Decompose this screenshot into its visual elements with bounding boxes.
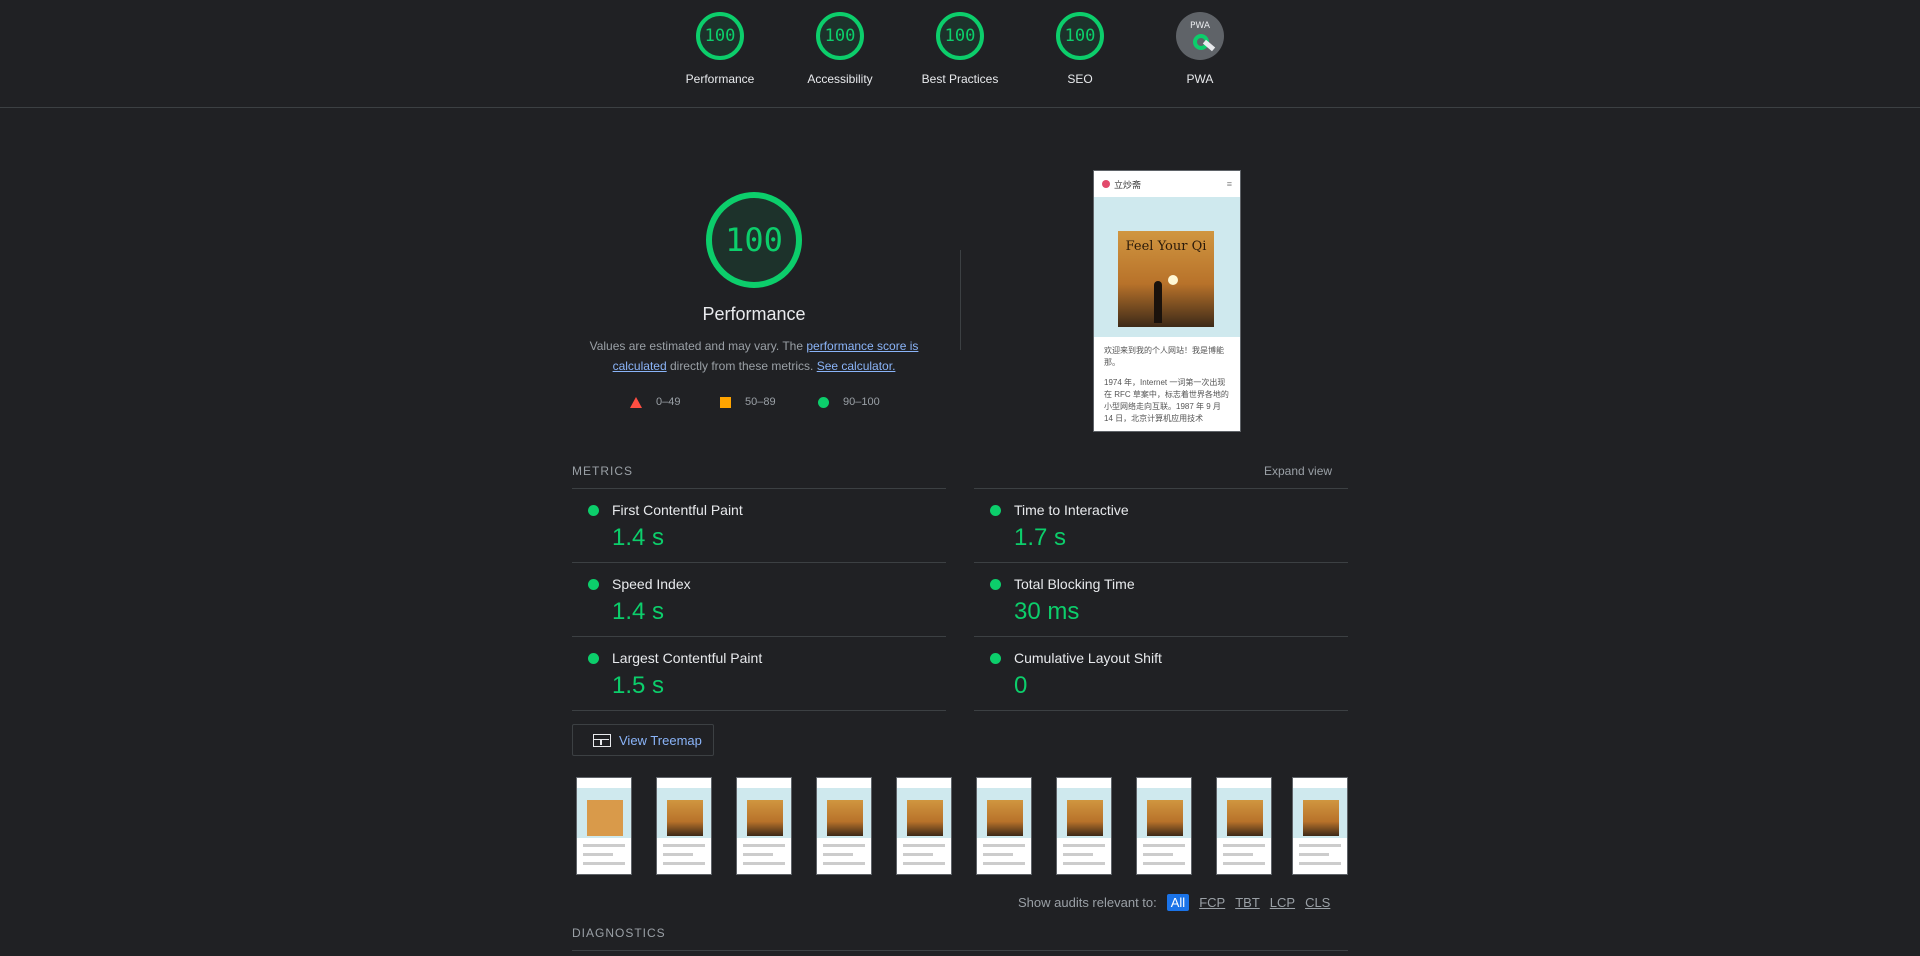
- final-screenshot[interactable]: 立炒斋 ≡ Feel Your Qi 欢迎来到我的个人网站！我是博能那。 197…: [1093, 170, 1241, 432]
- metric-value: 1.7 s: [1014, 524, 1067, 551]
- legend-fail-label: 0–49: [656, 396, 681, 408]
- legend-average-label: 50–89: [745, 396, 776, 408]
- square-icon: [720, 396, 731, 408]
- pass-circle-icon: [588, 505, 599, 516]
- filmstrip-frame: [896, 777, 952, 875]
- metric-tbt: Total Blocking Time 30 ms: [974, 562, 1348, 636]
- ss-poster-image: Feel Your Qi: [1118, 231, 1214, 327]
- figure-silhouette-icon: [1154, 281, 1162, 323]
- filter-chip-cls[interactable]: CLS: [1305, 895, 1330, 910]
- gauge-label: Performance: [685, 72, 755, 86]
- filmstrip-frame: [1056, 777, 1112, 875]
- filmstrip-frame: [816, 777, 872, 875]
- treemap-icon: [593, 733, 611, 747]
- desc-middle: directly from these metrics.: [666, 359, 817, 373]
- legend-pass-label: 90–100: [843, 396, 880, 408]
- ss-hero: Feel Your Qi: [1094, 197, 1240, 337]
- ss-para-1: 欢迎来到我的个人网站！我是博能那。: [1104, 346, 1224, 367]
- seo-score-ring: 100: [1056, 12, 1104, 60]
- gauge-seo[interactable]: 100 SEO: [1020, 12, 1140, 86]
- filter-chip-tbt[interactable]: TBT: [1235, 895, 1260, 910]
- pass-circle-icon: [990, 653, 1001, 664]
- view-treemap-label: View Treemap: [619, 732, 702, 748]
- ss-poster-title: Feel Your Qi: [1125, 239, 1207, 254]
- pwa-badge-icon: PWA: [1176, 12, 1224, 60]
- metric-value: 1.5 s: [612, 672, 665, 699]
- metric-name: First Contentful Paint: [612, 502, 743, 518]
- metric-lcp: Largest Contentful Paint 1.5 s: [572, 636, 946, 710]
- legend-average: 50–89: [720, 396, 776, 408]
- best-practices-score-ring: 100: [936, 12, 984, 60]
- diagnostics-rule: [572, 950, 1348, 951]
- pass-circle-icon: [588, 653, 599, 664]
- metric-fcp: First Contentful Paint 1.4 s: [572, 488, 946, 562]
- metric-speed-index: Speed Index 1.4 s: [572, 562, 946, 636]
- pass-circle-icon: [588, 579, 599, 590]
- performance-title: Performance: [702, 304, 806, 324]
- metric-name: Time to Interactive: [1014, 502, 1129, 518]
- gauge-accessibility[interactable]: 100 Accessibility: [780, 12, 900, 86]
- see-calculator-link[interactable]: See calculator.: [817, 359, 896, 373]
- pwa-badge-text: PWA: [1190, 21, 1210, 31]
- ss-para-2: 1974 年，Internet 一词第一次出现在 RFC 草案中，标志着世界各地…: [1104, 378, 1229, 423]
- diagnostics-section-label: DIAGNOSTICS: [572, 926, 666, 940]
- filmstrip-frame: [1136, 777, 1192, 875]
- pwa-key-icon: [1202, 39, 1216, 52]
- expand-view-toggle[interactable]: Expand view: [1264, 464, 1332, 478]
- gauge-best-practices[interactable]: 100 Best Practices: [900, 12, 1020, 86]
- legend-fail: 0–49: [630, 396, 680, 408]
- gauge-label: PWA: [1186, 72, 1214, 86]
- metric-value: 30 ms: [1014, 598, 1080, 625]
- gauge-label: SEO: [1067, 72, 1093, 86]
- gauge-label: Accessibility: [807, 72, 873, 86]
- ss-header: 立炒斋 ≡: [1094, 171, 1240, 197]
- performance-score-ring: 100: [696, 12, 744, 60]
- filmstrip-frame: [656, 777, 712, 875]
- pass-circle-icon: [990, 579, 1001, 590]
- filmstrip-frame: [976, 777, 1032, 875]
- metric-value: 1.4 s: [612, 598, 665, 625]
- metrics-bottom-rule: [572, 710, 946, 711]
- metric-value: 0: [1014, 672, 1028, 699]
- sun-icon: [1168, 275, 1178, 285]
- pass-circle-icon: [990, 505, 1001, 516]
- metric-name: Total Blocking Time: [1014, 576, 1135, 592]
- menu-icon: ≡: [1226, 179, 1232, 189]
- ss-body: 欢迎来到我的个人网站！我是博能那。 1974 年，Internet 一词第一次出…: [1094, 337, 1240, 431]
- filter-chip-all[interactable]: All: [1166, 894, 1190, 911]
- ss-site-name: 立炒斋: [1114, 179, 1142, 190]
- triangle-icon: [630, 396, 642, 408]
- audits-filter-label: Show audits relevant to:: [1018, 895, 1157, 910]
- top-gauges-bar: 100 Performance 100 Accessibility 100 Be…: [0, 0, 1920, 108]
- metric-value: 1.4 s: [612, 524, 665, 551]
- vertical-divider: [960, 250, 961, 350]
- accessibility-score-ring: 100: [816, 12, 864, 60]
- gauge-label: Best Practices: [921, 72, 999, 86]
- metric-tti: Time to Interactive 1.7 s: [974, 488, 1348, 562]
- desc-prefix: Values are estimated and may vary. The: [589, 339, 807, 353]
- metric-name: Largest Contentful Paint: [612, 650, 763, 666]
- metrics-bottom-rule: [974, 710, 1348, 711]
- performance-description: Values are estimated and may vary. The p…: [574, 336, 934, 376]
- metrics-section-label: METRICS: [572, 464, 633, 478]
- circle-icon: [818, 396, 829, 408]
- filter-chip-fcp[interactable]: FCP: [1199, 895, 1225, 910]
- metric-name: Cumulative Layout Shift: [1014, 650, 1162, 666]
- filmstrip: [576, 777, 1348, 875]
- gauge-pwa[interactable]: PWA PWA: [1140, 12, 1260, 86]
- filmstrip-frame: [1216, 777, 1272, 875]
- legend-pass: 90–100: [818, 396, 880, 408]
- metric-cls: Cumulative Layout Shift 0: [974, 636, 1348, 710]
- audits-filter: Show audits relevant to: All FCP TBT LCP…: [1018, 894, 1330, 911]
- gauge-performance[interactable]: 100 Performance: [660, 12, 780, 86]
- filter-chip-lcp[interactable]: LCP: [1270, 895, 1295, 910]
- filmstrip-frame: [1292, 777, 1348, 875]
- site-logo-icon: [1102, 180, 1110, 188]
- performance-main-score: 100: [706, 192, 802, 288]
- filmstrip-frame: [736, 777, 792, 875]
- view-treemap-button[interactable]: View Treemap: [572, 724, 714, 756]
- metric-name: Speed Index: [612, 576, 691, 592]
- filmstrip-frame: [576, 777, 632, 875]
